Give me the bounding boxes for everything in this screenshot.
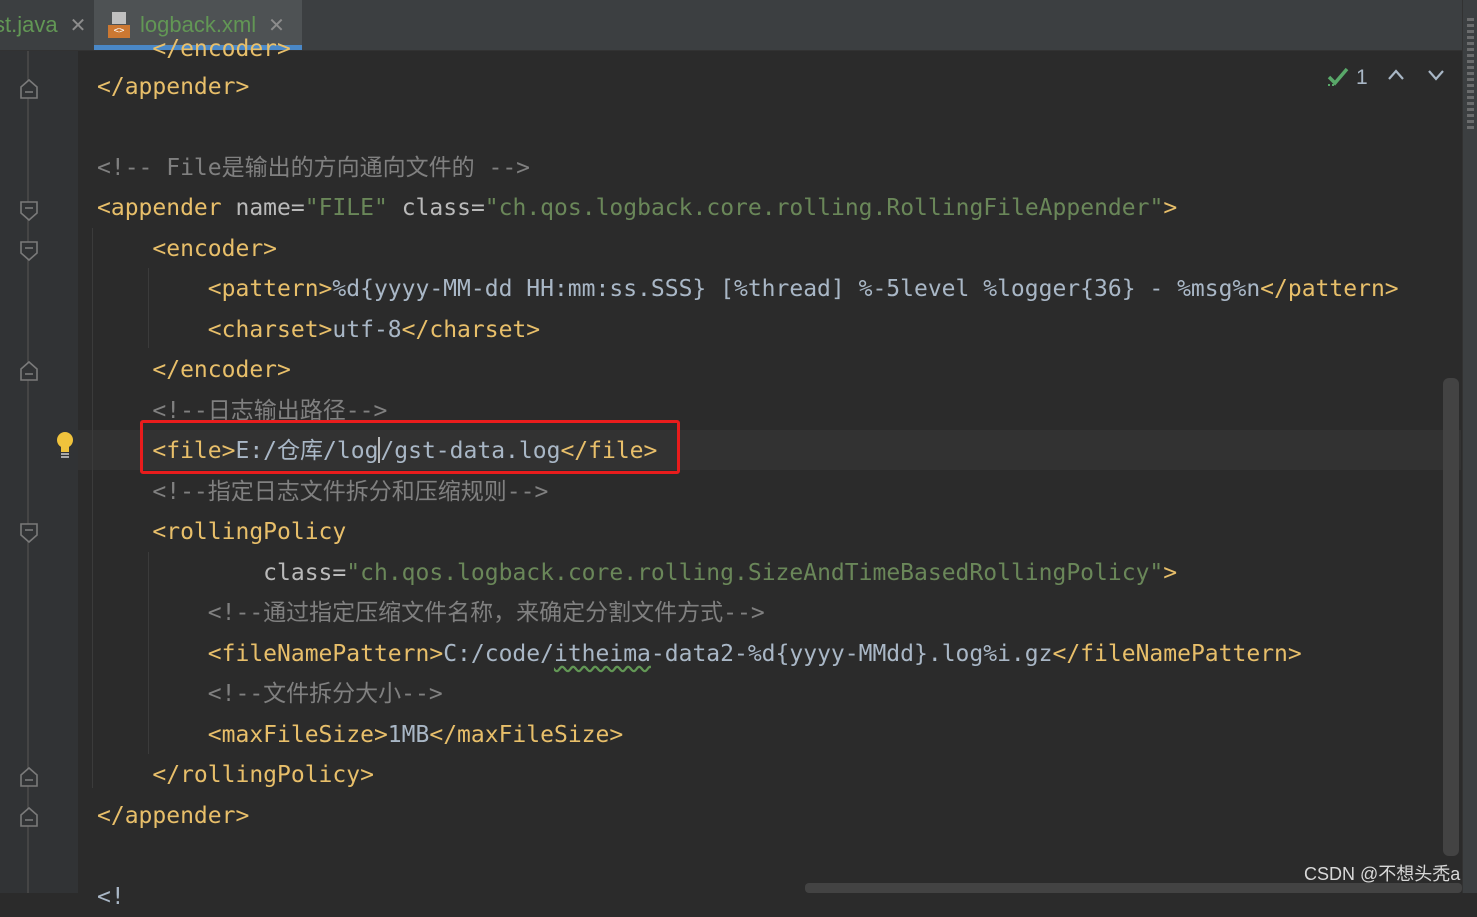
- code-line-text: </encoder>: [97, 36, 291, 62]
- fold-open-icon[interactable]: [19, 200, 39, 222]
- close-icon[interactable]: ✕: [70, 13, 87, 38]
- code-line-text: <encoder>: [97, 236, 278, 262]
- code-line-text: <!--通过指定压缩文件名称，来确定分割文件方式-->: [97, 600, 765, 626]
- tab-java-file[interactable]: st.java ✕: [0, 0, 89, 50]
- inspection-widget[interactable]: 1: [1326, 62, 1452, 94]
- fold-open-icon[interactable]: [19, 522, 39, 544]
- code-line: <!--指定日志文件拆分和压缩规则-->: [97, 472, 548, 512]
- code-line: </rollingPolicy>: [97, 755, 374, 795]
- code-line-text: </appender>: [97, 803, 250, 829]
- code-line-text: <rollingPolicy: [97, 519, 347, 545]
- check-icon: [1326, 64, 1350, 93]
- fold-close-icon[interactable]: [19, 766, 39, 788]
- code-line-text: <!-- File是输出的方向通向文件的 -->: [97, 155, 531, 181]
- code-line: <!--通过指定压缩文件名称，来确定分割文件方式-->: [97, 593, 765, 633]
- code-line-text: </encoder>: [97, 357, 291, 383]
- editor-gutter: [0, 51, 78, 893]
- code-line: </appender>: [97, 67, 249, 107]
- code-line: <pattern>%d{yyyy-MM-dd HH:mm:ss.SSS} [%t…: [207, 276, 1399, 302]
- code-line-text: <!: [97, 884, 125, 910]
- fold-close-icon[interactable]: [19, 78, 39, 100]
- code-line-text: </rollingPolicy>: [97, 762, 374, 788]
- lightbulb-icon[interactable]: [54, 430, 76, 460]
- code-line-text: <!--指定日志文件拆分和压缩规则-->: [97, 479, 549, 505]
- code-line: <appender name="FILE" class="ch.qos.logb…: [97, 195, 1178, 221]
- code-line: <!--文件拆分大小-->: [97, 674, 443, 714]
- chevron-up-icon[interactable]: [1387, 68, 1405, 87]
- fold-open-icon[interactable]: [19, 240, 39, 262]
- inspection-count: 1: [1356, 66, 1368, 89]
- code-line: </encoder>: [97, 350, 291, 390]
- code-line: <rollingPolicy: [97, 512, 346, 552]
- fold-close-icon[interactable]: [19, 806, 39, 828]
- code-line: <!-- File是输出的方向通向文件的 -->: [97, 148, 530, 188]
- code-line-text: <!--文件拆分大小-->: [97, 681, 443, 707]
- code-line: <charset>utf-8</charset>: [207, 317, 541, 343]
- code-line: </encoder>: [97, 29, 291, 69]
- database-tool-window-strip[interactable]: [1462, 0, 1477, 893]
- code-line-text: </appender>: [97, 74, 250, 100]
- fold-close-icon[interactable]: [19, 360, 39, 382]
- chevron-down-icon[interactable]: [1427, 68, 1445, 87]
- red-highlight-box: [140, 420, 680, 474]
- code-line: class="ch.qos.logback.core.rolling.SizeA…: [263, 560, 1178, 586]
- code-line: <maxFileSize>1MB</maxFileSize>: [207, 722, 624, 748]
- vertical-scrollbar[interactable]: [1443, 378, 1459, 856]
- tab-label: st.java: [0, 12, 58, 37]
- code-line: <!: [97, 877, 125, 917]
- code-line: </appender>: [97, 796, 249, 836]
- watermark: CSDN @不想头秃a: [1304, 864, 1461, 884]
- code-line: <fileNamePattern>C:/code/itheima-data2-%…: [207, 641, 1302, 667]
- code-line: <encoder>: [97, 229, 277, 269]
